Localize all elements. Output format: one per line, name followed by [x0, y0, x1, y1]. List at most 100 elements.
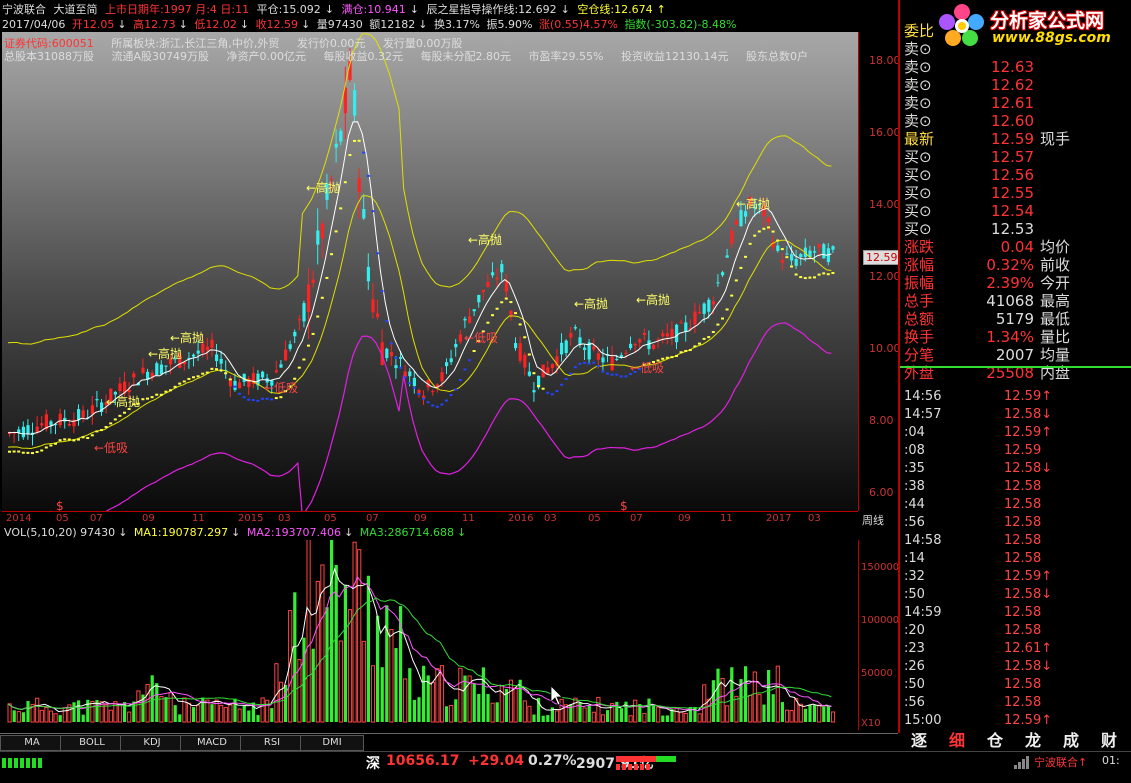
tab-macd[interactable]: MACD — [180, 735, 244, 751]
tick-row[interactable]: 14:57 12.58↓ — [900, 406, 1126, 424]
tick-row[interactable]: :50 12.58 — [900, 676, 1126, 694]
guide-dash-segment — [8, 450, 11, 453]
guide-dash-segment — [624, 375, 628, 378]
date-tick: 2017 — [766, 513, 792, 524]
tick-row[interactable]: :50 12.58↓ — [900, 586, 1126, 604]
nav-btn-tick[interactable]: 逐 — [902, 731, 936, 751]
title-bar: 宁波联合 大道至简 上市日期年:1997 月:4 日:11 平仓:15.092 ↓… — [2, 3, 666, 16]
tick-row[interactable]: :20 12.58 — [900, 622, 1126, 640]
quote-value: 2007 — [995, 346, 1034, 364]
stat-row[interactable]: 总额 5179 最低 — [904, 310, 1130, 328]
volume-bar — [454, 699, 458, 722]
candle-body — [601, 357, 605, 363]
guide-dash-segment — [408, 382, 412, 385]
stat-row[interactable]: 总手 41068 最高 — [904, 292, 1130, 310]
candle-body — [592, 346, 596, 350]
tick-row[interactable]: :56 12.58 — [900, 514, 1126, 532]
nav-btn-detail[interactable]: 细 — [940, 731, 974, 751]
invest-income: 投资收益12130.14元 — [620, 50, 729, 63]
buy-level-row[interactable]: 买⊙ 12.55 — [904, 184, 1130, 202]
stat-row[interactable]: 分笔 2007 均量 — [904, 346, 1130, 364]
tab-dmi[interactable]: DMI — [300, 735, 364, 751]
volume-bar — [600, 714, 606, 723]
tick-row[interactable]: :26 12.58↓ — [900, 658, 1126, 676]
nav-btn-position[interactable]: 仓 — [978, 731, 1012, 751]
tick-row[interactable]: :44 12.58 — [900, 496, 1126, 514]
candlestick-chart[interactable]: ←高抛←高抛←高抛←高抛←高抛←高抛 ←高抛←高抛←低吸←低吸←低吸←低吸$ $ — [2, 32, 858, 511]
date-tick: 11 — [720, 513, 733, 524]
guide-dash-segment — [702, 337, 706, 340]
nav-btn-finance[interactable]: 财 — [1092, 731, 1126, 751]
candle-body — [670, 328, 674, 338]
candle-body — [334, 143, 338, 148]
tick-time: :35 — [904, 461, 925, 476]
tick-row[interactable]: :08 12.59 — [900, 442, 1126, 460]
guide-dash-segment — [831, 271, 835, 274]
guide-dash-segment — [44, 446, 48, 449]
indicator-name[interactable]: 大道至简 — [54, 3, 98, 16]
logo-name: 分析家公式网 — [990, 10, 1105, 32]
volume-bar — [12, 710, 16, 722]
guide-dash-segment — [661, 357, 665, 360]
tick-row[interactable]: :04 12.59↑ — [900, 424, 1126, 442]
sell-level-row[interactable]: 卖⊙ 12.63 — [904, 58, 1130, 76]
stat-row[interactable]: 换手 1.34% 量比 — [904, 328, 1130, 346]
tick-row[interactable]: :35 12.58↓ — [900, 460, 1126, 478]
volume-chart[interactable] — [2, 540, 858, 730]
nav-btn-dragon[interactable]: 龙 — [1016, 731, 1050, 751]
quote-value: 12.53 — [991, 220, 1034, 238]
signal-label: ←高抛 — [170, 330, 204, 345]
guide-dash-segment — [187, 377, 191, 380]
vol-ma3: MA3:286714.688 — [359, 526, 454, 539]
guide-dash-segment — [297, 366, 301, 369]
tab-boll[interactable]: BOLL — [60, 735, 124, 751]
volume-bar — [559, 698, 564, 723]
volume-bar — [159, 695, 164, 723]
latest-price-row[interactable]: 最新 12.59 现手 — [904, 130, 1130, 148]
candle-body — [532, 390, 536, 393]
tick-row[interactable]: :38 12.58 — [900, 478, 1126, 496]
period-label[interactable]: 周线 — [862, 512, 884, 528]
connection-icon — [1014, 756, 1029, 769]
candle-body — [35, 426, 39, 433]
tick-row[interactable]: :56 12.58 — [900, 694, 1126, 712]
guide-dash-segment — [472, 349, 476, 352]
quote-label: 卖⊙ — [904, 76, 932, 94]
candle-body — [813, 251, 817, 253]
ohlc-change: 涨(0.55)4.57% — [538, 18, 618, 31]
ohlc-close: 收12.59 — [255, 18, 299, 31]
sell-level-row[interactable]: 卖⊙ 12.60 — [904, 112, 1130, 130]
tick-row[interactable]: 15:00 12.59↑ — [900, 712, 1126, 730]
guide-dash-segment — [803, 277, 807, 280]
listing-date: 上市日期年:1997 月:4 日:11 — [105, 3, 250, 16]
tick-row[interactable]: :14 12.58 — [900, 550, 1126, 568]
quote-label: 最新 — [904, 130, 935, 148]
sell-level-row[interactable]: 卖⊙ 12.62 — [904, 76, 1130, 94]
tick-row[interactable]: 14:58 12.58 — [900, 532, 1126, 550]
guide-dash-segment — [596, 364, 600, 367]
stat-row[interactable]: 涨跌 0.04 均价 — [904, 238, 1130, 256]
status-ticker[interactable]: 宁波联合↑ — [1034, 754, 1087, 770]
sell-level-row[interactable]: 卖⊙ 12.61 — [904, 94, 1130, 112]
tick-row[interactable]: 14:56 12.59↑ — [900, 388, 1126, 406]
tick-row[interactable]: :32 12.59↑ — [900, 568, 1126, 586]
tick-row[interactable]: :23 12.61↑ — [900, 640, 1126, 658]
vol-ma2-line — [7, 576, 832, 712]
nav-btn-deal[interactable]: 成 — [1054, 731, 1088, 751]
volume-bar — [394, 648, 398, 722]
stat-row[interactable]: 涨幅 0.32% 前收 — [904, 256, 1130, 274]
stock-name[interactable]: 宁波联合 — [2, 3, 46, 16]
guide-dash-segment — [721, 317, 724, 320]
buy-level-row[interactable]: 买⊙ 12.56 — [904, 166, 1130, 184]
buy-level-row[interactable]: 买⊙ 12.57 — [904, 148, 1130, 166]
tab-rsi[interactable]: RSI — [240, 735, 304, 751]
buy-level-row[interactable]: 买⊙ 12.54 — [904, 202, 1130, 220]
buy-level-row[interactable]: 买⊙ 12.53 — [904, 220, 1130, 238]
volume-bar — [477, 693, 481, 722]
candle-body — [228, 380, 232, 387]
tab-ma[interactable]: MA — [0, 735, 64, 751]
tick-row[interactable]: 14:59 12.58 — [900, 604, 1126, 622]
stat-row[interactable]: 振幅 2.39% 今开 — [904, 274, 1130, 292]
guide-dash-segment — [173, 385, 177, 388]
tab-kdj[interactable]: KDJ — [120, 735, 184, 751]
